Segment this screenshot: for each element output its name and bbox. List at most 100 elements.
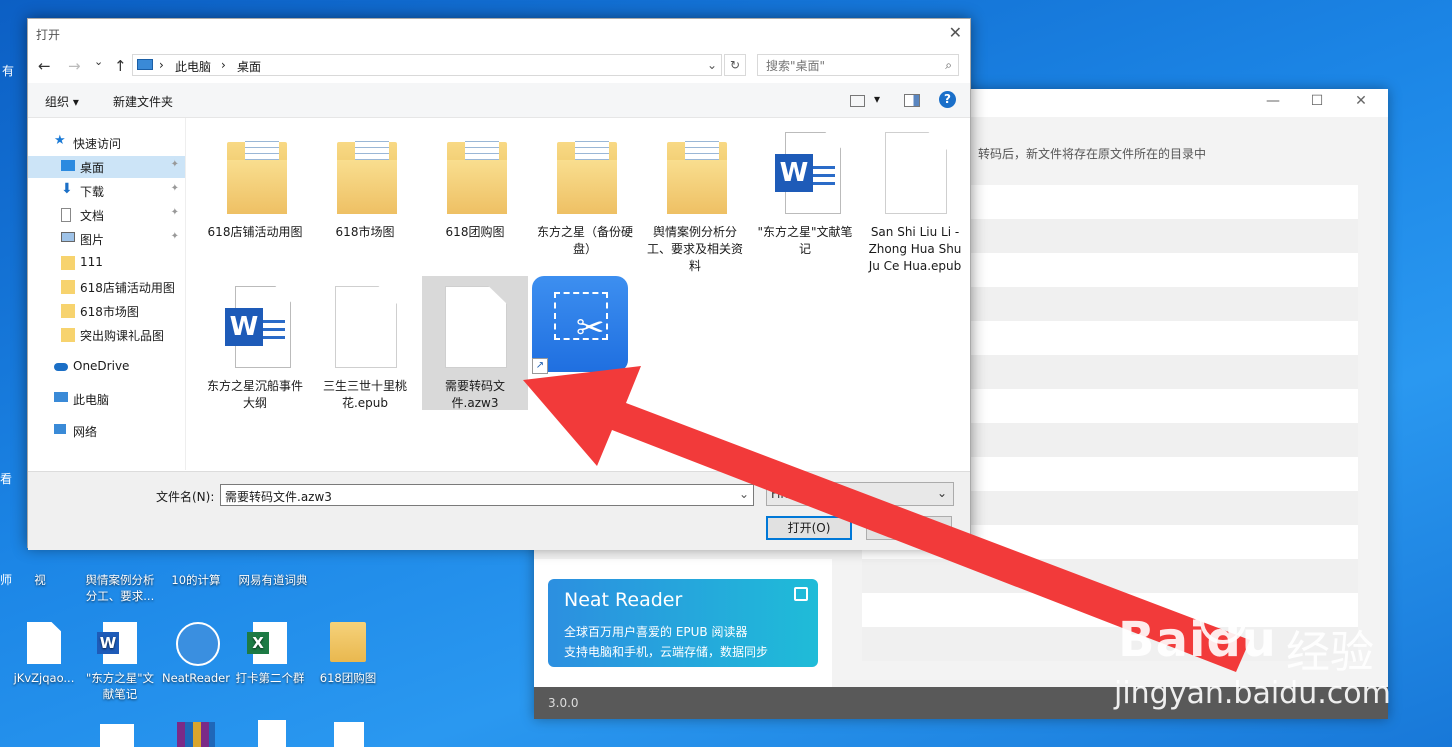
search-input[interactable] bbox=[764, 56, 938, 76]
file-item-selected[interactable]: 需要转码文件.azw3 bbox=[422, 276, 528, 410]
file-item[interactable]: 东方之星（备份硬盘） bbox=[532, 122, 638, 258]
sidebar-item-folder[interactable]: 突出购课礼品图 bbox=[28, 324, 185, 346]
close-button[interactable]: ✕ bbox=[1346, 93, 1376, 109]
filename-input[interactable]: 需要转码文件.azw3 ⌄ bbox=[220, 484, 754, 506]
document-icon[interactable] bbox=[258, 720, 286, 747]
output-location-hint: 转码后，新文件将存在原文件所在的目录中 bbox=[978, 147, 1207, 161]
file-item[interactable]: 舆情案例分析分工、要求及相关资料 bbox=[642, 122, 748, 275]
sidebar-item-label: 图片 bbox=[80, 233, 105, 247]
excel-file-icon: X bbox=[247, 622, 287, 664]
chevron-down-icon[interactable]: ⌄ bbox=[739, 487, 749, 501]
file-name: 舆情案例分析分工、要求及相关资料 bbox=[646, 225, 743, 273]
document-icon bbox=[885, 132, 947, 214]
refresh-button[interactable]: ↻ bbox=[724, 54, 746, 76]
desktop-icon-item[interactable]: 10的计算 bbox=[158, 552, 234, 588]
folder-icon bbox=[330, 622, 366, 662]
sidebar-item-desktop[interactable]: 桌面 ✦ bbox=[28, 156, 185, 178]
search-box[interactable]: ⌕ bbox=[757, 54, 959, 76]
file-item[interactable]: W "东方之星"文献笔记 bbox=[752, 122, 858, 258]
sidebar-item-downloads[interactable]: ⬇ 下载 ✦ bbox=[28, 180, 185, 202]
view-options-icon[interactable] bbox=[850, 95, 865, 107]
document-icon[interactable] bbox=[334, 722, 364, 747]
file-item[interactable]: 三生三世十里桃花.epub bbox=[312, 276, 418, 412]
folder-icon bbox=[61, 328, 75, 342]
breadcrumb-item[interactable]: 此电脑 bbox=[175, 58, 211, 75]
folder-icon bbox=[227, 136, 287, 214]
chevron-down-icon[interactable]: ⌄ bbox=[707, 58, 717, 72]
file-item[interactable]: 618团购图 bbox=[422, 122, 528, 241]
maximize-button[interactable]: ☐ bbox=[1302, 93, 1332, 109]
up-button[interactable]: ↑ bbox=[114, 57, 127, 75]
file-item[interactable]: ✂ ↗ bbox=[532, 276, 638, 376]
sidebar-item-folder[interactable]: 111 bbox=[28, 252, 185, 274]
file-name: 东方之星（备份硬盘） bbox=[536, 225, 633, 256]
sidebar-item-onedrive[interactable]: OneDrive bbox=[28, 356, 185, 378]
desktop-icon-label: "东方之星"文献笔记 bbox=[85, 671, 155, 701]
sidebar-item-this-pc[interactable]: 此电脑 bbox=[28, 388, 185, 410]
file-name: 需要转码文件.azw3 bbox=[444, 379, 505, 410]
minimize-button[interactable]: — bbox=[1258, 93, 1288, 109]
file-item[interactable]: W 东方之星沉船事件大纲 bbox=[202, 276, 308, 412]
neat-reader-banner[interactable]: Neat Reader 全球百万用户喜爱的 EPUB 阅读器 支持电脑和手机，云… bbox=[548, 579, 818, 667]
desktop-icon-item[interactable]: W "东方之星"文献笔记 bbox=[82, 622, 158, 702]
filetype-select[interactable]: File ⌄ bbox=[766, 482, 954, 506]
sidebar-item-label: 618店铺活动用图 bbox=[80, 281, 175, 295]
file-name: 三生三世十里桃花.epub bbox=[322, 379, 407, 410]
breadcrumb-item[interactable]: 桌面 bbox=[237, 58, 261, 75]
sidebar-item-label: 文档 bbox=[80, 209, 105, 223]
word-file-icon: W bbox=[775, 132, 841, 214]
preview-pane-icon[interactable] bbox=[904, 94, 920, 107]
word-file-icon[interactable] bbox=[100, 724, 134, 747]
file-name: 618市场图 bbox=[335, 225, 395, 239]
sidebar-item-pictures[interactable]: 图片 ✦ bbox=[28, 228, 185, 250]
desktop-icon-item[interactable]: 视 bbox=[2, 552, 78, 588]
file-item[interactable]: San Shi Liu Li - Zhong Hua Shu Ju Ce Hua… bbox=[862, 122, 968, 275]
recent-locations-button[interactable]: ⌄ bbox=[94, 55, 103, 68]
document-icon bbox=[335, 286, 397, 368]
sidebar-item-label: 618市场图 bbox=[80, 305, 139, 319]
desktop-icon-item[interactable]: jKvZjqao... bbox=[6, 622, 82, 686]
sidebar-item-network[interactable]: 网络 bbox=[28, 420, 185, 442]
desktop-icon-item[interactable]: 网易有道词典 bbox=[235, 552, 311, 588]
new-folder-button[interactable]: 新建文件夹 bbox=[113, 93, 173, 110]
sidebar-item-documents[interactable]: 文档 ✦ bbox=[28, 204, 185, 226]
watermark-logo: Baidu bbox=[1118, 612, 1277, 668]
pin-icon: ✦ bbox=[170, 207, 179, 218]
folder-icon bbox=[447, 136, 507, 214]
desktop-icon bbox=[61, 160, 75, 171]
file-name: San Shi Liu Li - Zhong Hua Shu Ju Ce Hua… bbox=[868, 225, 962, 273]
address-bar[interactable]: › 此电脑 › 桌面 ⌄ bbox=[132, 54, 722, 76]
desktop-icon-item[interactable]: X 打卡第二个群 bbox=[232, 622, 308, 686]
file-item[interactable]: 618市场图 bbox=[312, 122, 418, 241]
desktop-icon-label: 10的计算 bbox=[171, 573, 221, 587]
sidebar-item-label: 下载 bbox=[80, 185, 105, 199]
dialog-footer: 文件名(N): 需要转码文件.azw3 ⌄ File ⌄ 打开(O) 取消 bbox=[28, 471, 970, 550]
sidebar-item-quick-access[interactable]: ★ 快速访问 bbox=[28, 132, 185, 154]
folder-icon bbox=[337, 136, 397, 214]
cloud-icon bbox=[54, 363, 68, 371]
forward-button[interactable]: → bbox=[68, 57, 81, 75]
close-button[interactable]: ✕ bbox=[949, 23, 962, 42]
sidebar-item-folder[interactable]: 618店铺活动用图 bbox=[28, 276, 185, 298]
help-button[interactable]: ? bbox=[939, 91, 956, 108]
external-link-icon[interactable] bbox=[794, 587, 808, 601]
back-button[interactable]: ← bbox=[38, 57, 51, 75]
desktop-icon-item[interactable]: NeatReader bbox=[158, 622, 234, 686]
chevron-down-icon[interactable]: ▾ bbox=[874, 92, 880, 106]
desktop-icon-item[interactable]: 舆情案例分析分工、要求... bbox=[82, 552, 158, 604]
file-item[interactable]: 618店铺活动用图 bbox=[202, 122, 308, 241]
banner-title: Neat Reader bbox=[564, 589, 683, 611]
desktop-icon-label: 618团购图 bbox=[319, 671, 377, 685]
watermark-brand: Bai bbox=[1118, 612, 1207, 668]
sidebar-item-folder[interactable]: 618市场图 bbox=[28, 300, 185, 322]
filename-label: 文件名(N): bbox=[156, 490, 215, 504]
winrar-icon[interactable] bbox=[176, 722, 216, 747]
open-button[interactable]: 打开(O) bbox=[766, 516, 852, 540]
paw-icon bbox=[1200, 598, 1246, 644]
download-icon: ⬇ bbox=[61, 181, 73, 197]
list-row bbox=[862, 627, 1358, 661]
cancel-button[interactable]: 取消 bbox=[866, 516, 952, 540]
desktop-icon-label: 网易有道词典 bbox=[238, 573, 308, 587]
desktop-icon-item[interactable]: 618团购图 bbox=[310, 622, 386, 686]
organize-menu[interactable]: 组织 ▾ bbox=[45, 93, 79, 110]
